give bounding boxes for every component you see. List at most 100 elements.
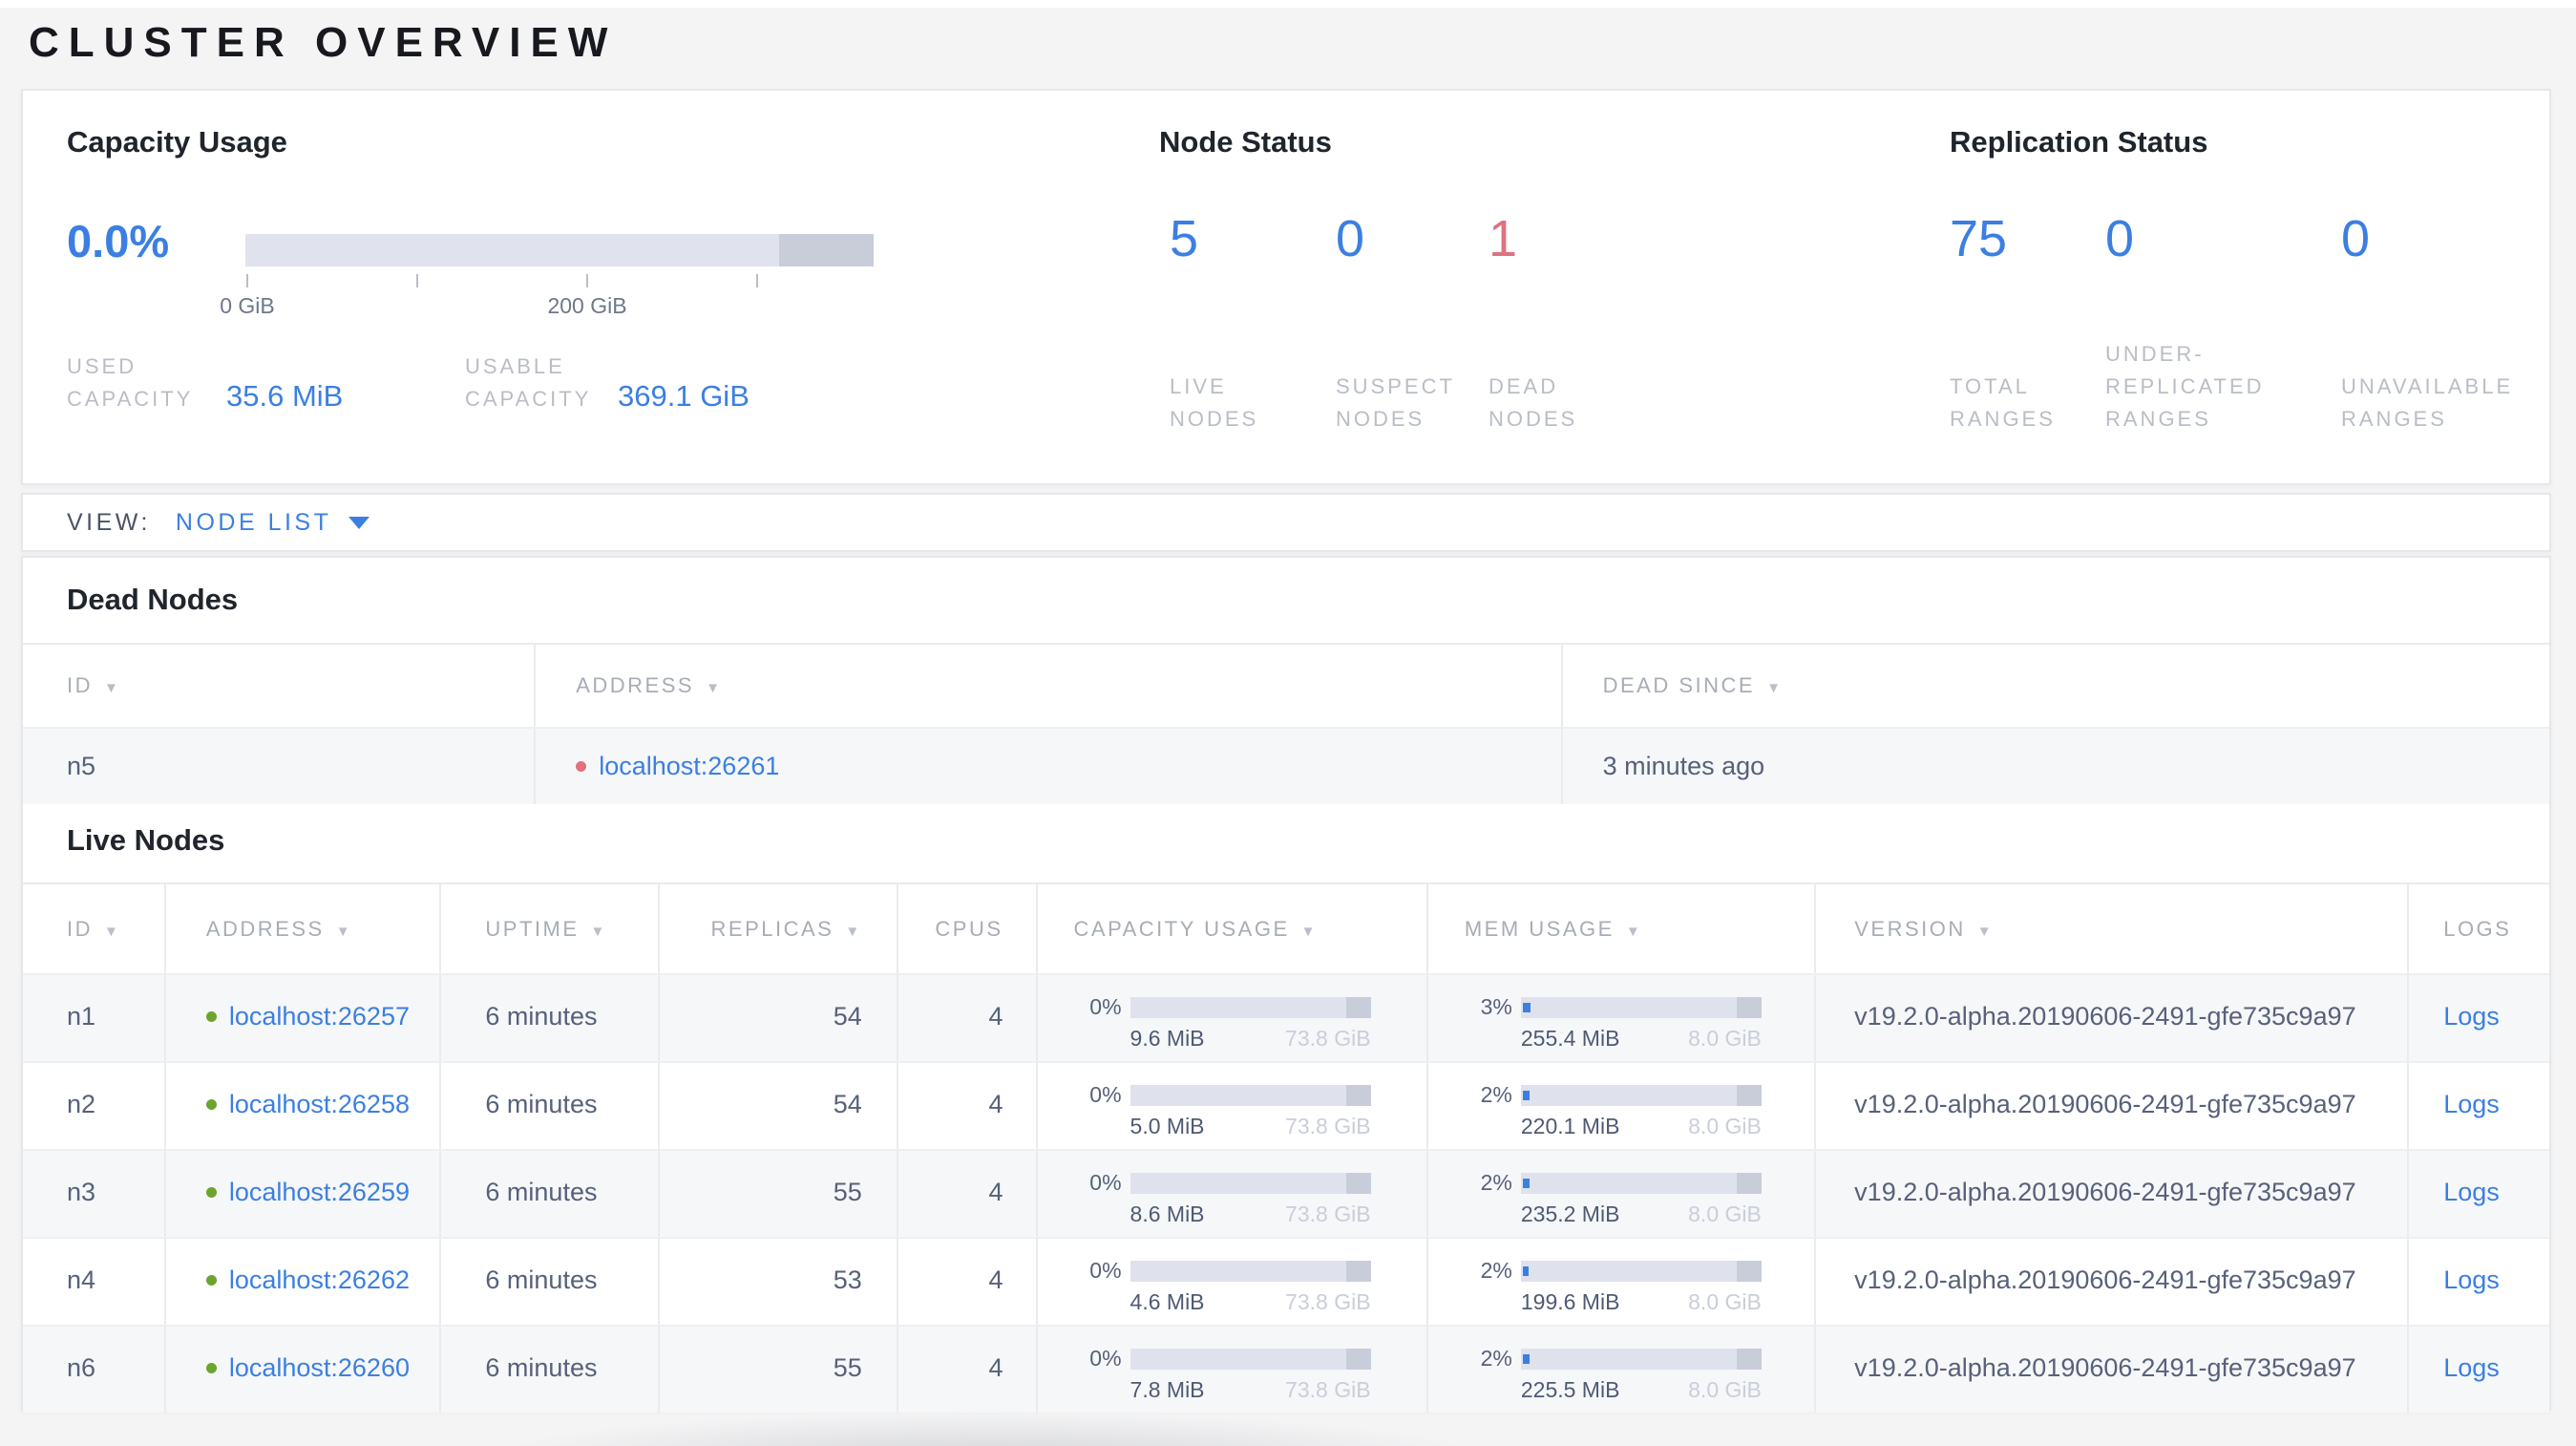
node-replicas: 54: [658, 975, 897, 1061]
logs-link[interactable]: Logs: [2443, 1178, 2500, 1207]
live-node-row: n2 localhost:26258 6 minutes 54 4 0% 5.0…: [23, 1061, 2549, 1149]
node-logs-cell: Logs: [2407, 1327, 2549, 1413]
node-id: n4: [67, 1265, 96, 1294]
dead-since-value: 3 minutes ago: [1560, 729, 2549, 804]
mem-total: 8.0 GiB: [1688, 1201, 1762, 1226]
mem-used: 220.1 MiB: [1520, 1114, 1620, 1138]
node-address-cell: localhost:26257: [163, 975, 440, 1061]
node-live-icon: [205, 1275, 217, 1286]
sort-desc-icon: [325, 917, 352, 942]
node-logs-cell: Logs: [2407, 1151, 2549, 1237]
mem-total: 8.0 GiB: [1688, 1026, 1762, 1051]
capacity-total: 73.8 GiB: [1285, 1026, 1371, 1051]
mem-percent: 2%: [1480, 1346, 1512, 1371]
mem-bar: [1520, 1348, 1762, 1370]
node-cpus: 4: [896, 1327, 1036, 1413]
logs-link[interactable]: Logs: [2443, 1265, 2500, 1295]
view-selector-dropdown[interactable]: NODE LIST: [176, 509, 370, 537]
column-header-dead-since[interactable]: DEAD SINCE: [1560, 645, 2549, 727]
mem-bar-reserved-segment: [1736, 1084, 1762, 1106]
node-dead-icon: [576, 761, 587, 772]
live-nodes-label: LIVE NODES: [1170, 374, 1259, 431]
sort-desc-icon: [1615, 917, 1642, 942]
live-nodes-header-row: ID ADDRESS UPTIME REPLICAS CPUS CAPACITY…: [23, 884, 2549, 973]
unavailable-ranges-label: UNAVAILABLE RANGES: [2341, 374, 2514, 431]
under-replicated-ranges-label: UNDER-REPLICATED RANGES: [2105, 342, 2265, 431]
capacity-percent: 0%: [1089, 1258, 1122, 1283]
node-capacity-cell: 0% 4.6 MiB 73.8 GiB: [1035, 1239, 1426, 1325]
usable-capacity-value: 369.1 GiB: [618, 379, 750, 413]
node-live-icon: [205, 1099, 217, 1110]
mem-bar-reserved-segment: [1736, 1172, 1762, 1194]
capacity-bar-reserved-segment: [1345, 1084, 1371, 1106]
column-header-address[interactable]: ADDRESS: [163, 884, 440, 973]
node-address-link[interactable]: localhost:26262: [229, 1265, 410, 1295]
mem-used: 199.6 MiB: [1520, 1289, 1620, 1314]
mem-percent: 3%: [1480, 994, 1512, 1019]
mem-used: 235.2 MiB: [1520, 1201, 1620, 1226]
node-id: n5: [67, 752, 96, 780]
live-nodes-count: 5: [1170, 210, 1199, 267]
logs-link[interactable]: Logs: [2443, 1090, 2500, 1119]
sort-desc-icon: [93, 673, 120, 698]
sort-desc-icon: [1755, 673, 1783, 698]
axis-tick: [586, 274, 588, 287]
column-header-mem-usage[interactable]: MEM USAGE: [1425, 884, 1814, 973]
node-version: v19.2.0-alpha.20190606-2491-gfe735c9a97: [1814, 1239, 2407, 1325]
sort-desc-icon: [93, 917, 120, 942]
mem-total: 8.0 GiB: [1688, 1114, 1762, 1138]
mem-percent: 2%: [1480, 1082, 1512, 1107]
suspect-nodes-stat: 0 SUSPECT NODES: [1336, 91, 1489, 483]
view-label: VIEW:: [67, 508, 151, 536]
capacity-usage-section: Capacity Usage 0.0% 0 GiB 200 GiB USED C…: [67, 91, 1117, 483]
column-header-replicas[interactable]: REPLICAS: [658, 884, 897, 973]
logs-link[interactable]: Logs: [2443, 1353, 2500, 1383]
column-header-address[interactable]: ADDRESS: [534, 645, 1560, 727]
node-uptime: 6 minutes: [439, 1151, 658, 1237]
mem-bar-reserved-segment: [1736, 1260, 1762, 1282]
column-header-uptime[interactable]: UPTIME: [439, 884, 658, 973]
live-nodes-heading: Live Nodes: [67, 823, 225, 857]
mem-bar: [1520, 1172, 1762, 1194]
capacity-usage-heading: Capacity Usage: [67, 125, 287, 159]
axis-tick: [756, 274, 758, 287]
node-mem-cell: 2% 225.5 MiB 8.0 GiB: [1425, 1327, 1814, 1413]
dead-nodes-table: ID ADDRESS DEAD SINCE n5 localhost:26261…: [23, 643, 2549, 804]
column-header-version[interactable]: VERSION: [1814, 884, 2407, 973]
capacity-used: 5.0 MiB: [1130, 1114, 1205, 1138]
mem-bar-reserved-segment: [1736, 996, 1762, 1018]
column-header-id[interactable]: ID: [23, 884, 164, 973]
node-live-icon: [205, 1363, 217, 1373]
node-version: v19.2.0-alpha.20190606-2491-gfe735c9a97: [1814, 1151, 2407, 1237]
node-address-link[interactable]: localhost:26257: [229, 1002, 410, 1031]
node-capacity-cell: 0% 9.6 MiB 73.8 GiB: [1035, 975, 1426, 1061]
sort-desc-icon: [694, 673, 722, 698]
node-id: n3: [67, 1178, 96, 1206]
node-replicas: 55: [658, 1327, 897, 1413]
node-address-link[interactable]: localhost:26260: [229, 1353, 410, 1383]
node-capacity-cell: 0% 8.6 MiB 73.8 GiB: [1035, 1151, 1426, 1237]
mem-used: 225.5 MiB: [1520, 1377, 1620, 1402]
node-logs-cell: Logs: [2407, 975, 2549, 1061]
node-uptime: 6 minutes: [439, 975, 658, 1061]
live-nodes-table: ID ADDRESS UPTIME REPLICAS CPUS CAPACITY…: [23, 882, 2549, 1413]
capacity-bar: [1130, 1084, 1371, 1106]
capacity-used-percent: 0.0%: [67, 216, 170, 266]
column-header-id[interactable]: ID: [23, 645, 534, 727]
column-header-capacity-usage[interactable]: CAPACITY USAGE: [1035, 884, 1426, 973]
capacity-bar-reserved-segment: [1345, 1172, 1371, 1194]
dead-nodes-stat: 1 DEAD NODES: [1489, 91, 1641, 483]
mem-bar-fill: [1522, 1002, 1531, 1012]
capacity-bar: [1130, 1260, 1371, 1282]
node-address-link[interactable]: localhost:26258: [229, 1090, 410, 1119]
node-address-link[interactable]: localhost:26259: [229, 1178, 410, 1207]
unavailable-ranges-stat: 0 UNAVAILABLE RANGES: [2341, 91, 2546, 483]
logs-link[interactable]: Logs: [2443, 1002, 2500, 1031]
capacity-used: 4.6 MiB: [1130, 1289, 1205, 1314]
live-node-row: n6 localhost:26260 6 minutes 55 4 0% 7.8…: [23, 1325, 2549, 1413]
used-capacity-label: USED CAPACITY: [67, 354, 194, 411]
node-address-link[interactable]: localhost:26261: [599, 752, 779, 781]
chevron-down-icon: [348, 516, 370, 529]
cluster-overview-page: CLUSTER OVERVIEW Capacity Usage 0.0% 0 G…: [0, 0, 2576, 1446]
mem-bar: [1520, 996, 1762, 1018]
